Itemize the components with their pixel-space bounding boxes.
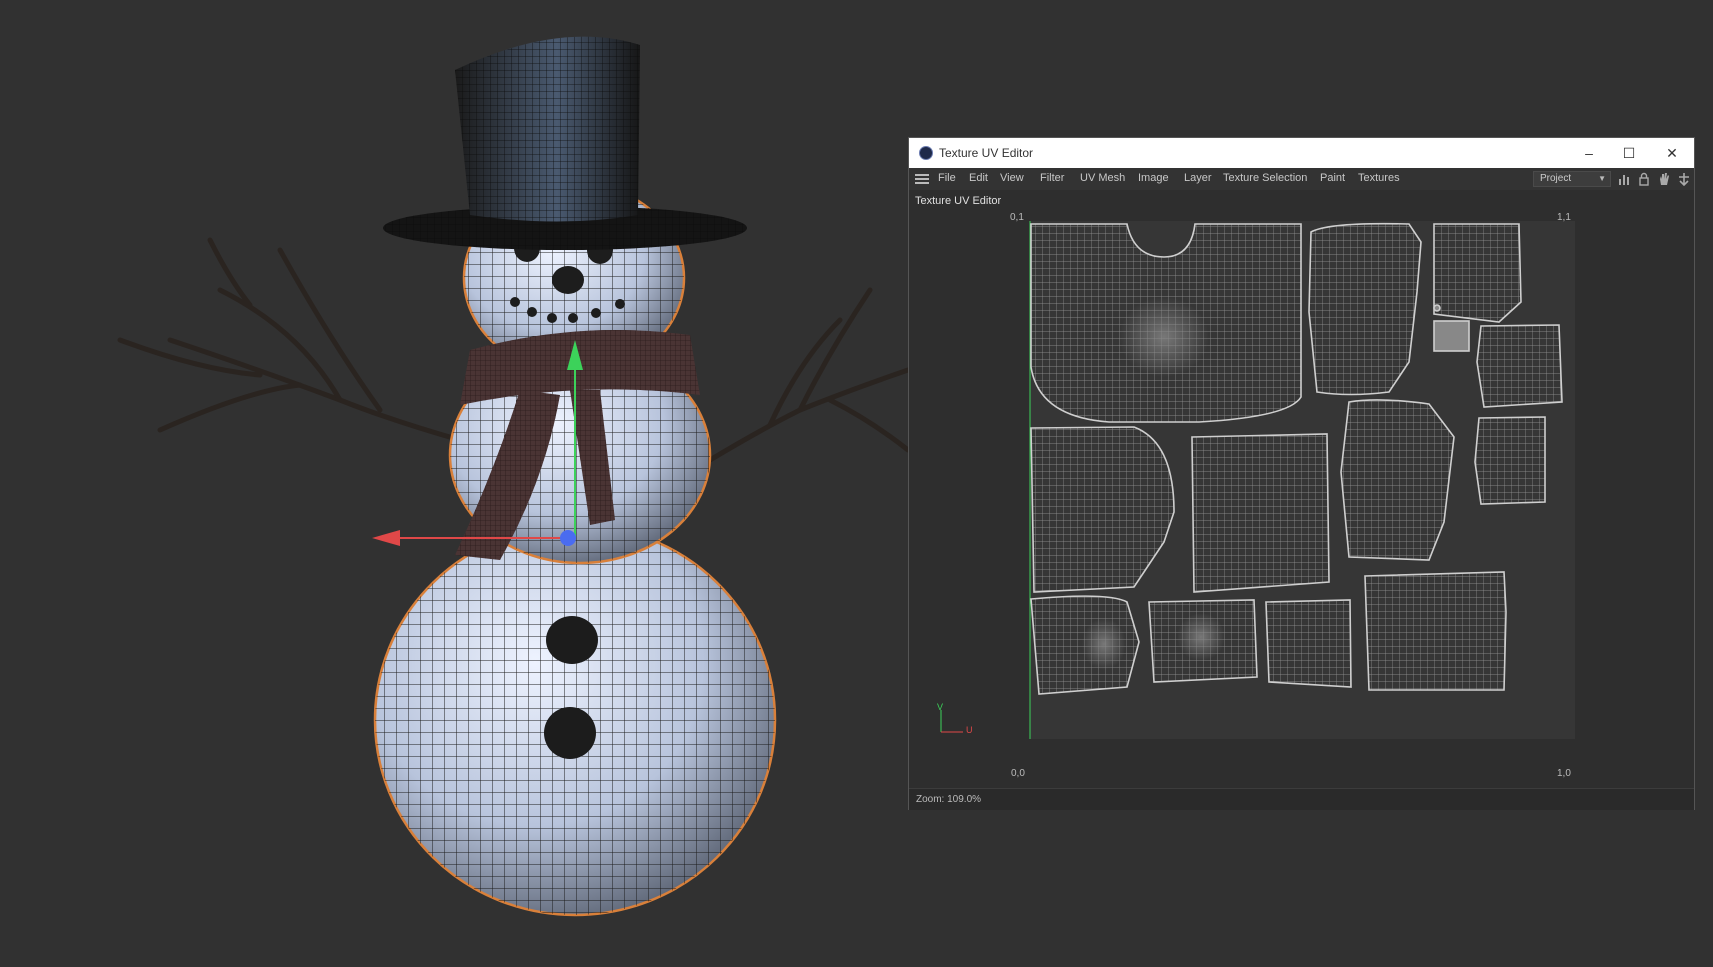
- menu-layer[interactable]: Layer: [1184, 172, 1212, 184]
- top-hat[interactable]: [383, 36, 747, 250]
- uv-axis-gizmo: [940, 710, 963, 733]
- right-arm-branch: [707, 287, 911, 463]
- histogram-icon[interactable]: [1617, 172, 1631, 186]
- hand-pan-icon[interactable]: [1657, 172, 1671, 186]
- uv-canvas[interactable]: 0,1 1,1 V U: [909, 212, 1694, 739]
- menu-view[interactable]: View: [1000, 172, 1024, 184]
- uv-island[interactable]: [1474, 416, 1546, 505]
- uv-islands[interactable]: [1030, 222, 1563, 695]
- uv-mesh-view[interactable]: [909, 212, 1694, 739]
- project-select-value: Project: [1540, 173, 1572, 184]
- corner-label-bottom-left: 0,0: [1011, 768, 1025, 779]
- lock-icon[interactable]: [1637, 172, 1651, 186]
- uv-island[interactable]: [1340, 399, 1455, 561]
- x-axis-arrow-icon: [372, 530, 400, 546]
- menu-textures[interactable]: Textures: [1358, 172, 1400, 184]
- hamburger-menu-icon[interactable]: [915, 172, 929, 186]
- cinema4d-logo-icon: [919, 146, 933, 160]
- texture-uv-editor-window[interactable]: Texture UV Editor – ☐ ✕ File Edit View F…: [908, 137, 1695, 810]
- close-button[interactable]: ✕: [1652, 141, 1692, 165]
- project-select[interactable]: Project ▼: [1533, 171, 1611, 187]
- nose: [552, 266, 584, 294]
- maximize-button[interactable]: ☐: [1609, 141, 1649, 165]
- uv-island[interactable]: [1476, 324, 1563, 408]
- uv-island-dense-area: [1082, 618, 1126, 670]
- uv-island[interactable]: [1433, 223, 1522, 323]
- menu-uv-mesh[interactable]: UV Mesh: [1080, 172, 1125, 184]
- corner-label-top-left: 0,1: [1010, 212, 1024, 223]
- menu-texture-selection[interactable]: Texture Selection: [1223, 172, 1307, 184]
- uv-island-dense-area: [1177, 613, 1225, 661]
- window-title: Texture UV Editor: [939, 146, 1034, 160]
- arrows-move-icon[interactable]: [1677, 172, 1691, 186]
- minimize-button[interactable]: –: [1569, 141, 1609, 165]
- menu-paint[interactable]: Paint: [1320, 172, 1345, 184]
- u-axis-label: U: [966, 725, 973, 735]
- menu-filter[interactable]: Filter: [1040, 172, 1064, 184]
- left-arm-branch: [117, 237, 463, 443]
- menu-edit[interactable]: Edit: [969, 172, 988, 184]
- corner-label-bottom-right: 1,0: [1557, 768, 1571, 779]
- menu-bar: File Edit View Filter UV Mesh Image Laye…: [909, 168, 1694, 190]
- uv-island-dense-area: [1119, 297, 1209, 377]
- coat-button: [544, 707, 596, 759]
- zoom-level: Zoom: 109.0%: [916, 794, 982, 805]
- uv-island[interactable]: [1191, 433, 1330, 593]
- z-axis-handle: [560, 530, 576, 546]
- uv-island[interactable]: [1265, 599, 1352, 688]
- coat-button: [546, 616, 598, 664]
- menu-file[interactable]: File: [938, 172, 956, 184]
- panel-title: Texture UV Editor: [915, 195, 1002, 207]
- v-axis-label: V: [937, 702, 944, 712]
- corner-label-top-right: 1,1: [1557, 212, 1571, 223]
- uv-island[interactable]: [1364, 571, 1507, 691]
- status-bar: Zoom: 109.0%: [909, 788, 1694, 810]
- chevron-down-icon: ▼: [1598, 174, 1606, 183]
- menu-image[interactable]: Image: [1138, 172, 1169, 184]
- title-bar[interactable]: Texture UV Editor – ☐ ✕: [909, 138, 1694, 168]
- uv-island[interactable]: [1433, 320, 1470, 352]
- uv-island[interactable]: [1433, 304, 1441, 312]
- uv-island[interactable]: [1308, 222, 1422, 396]
